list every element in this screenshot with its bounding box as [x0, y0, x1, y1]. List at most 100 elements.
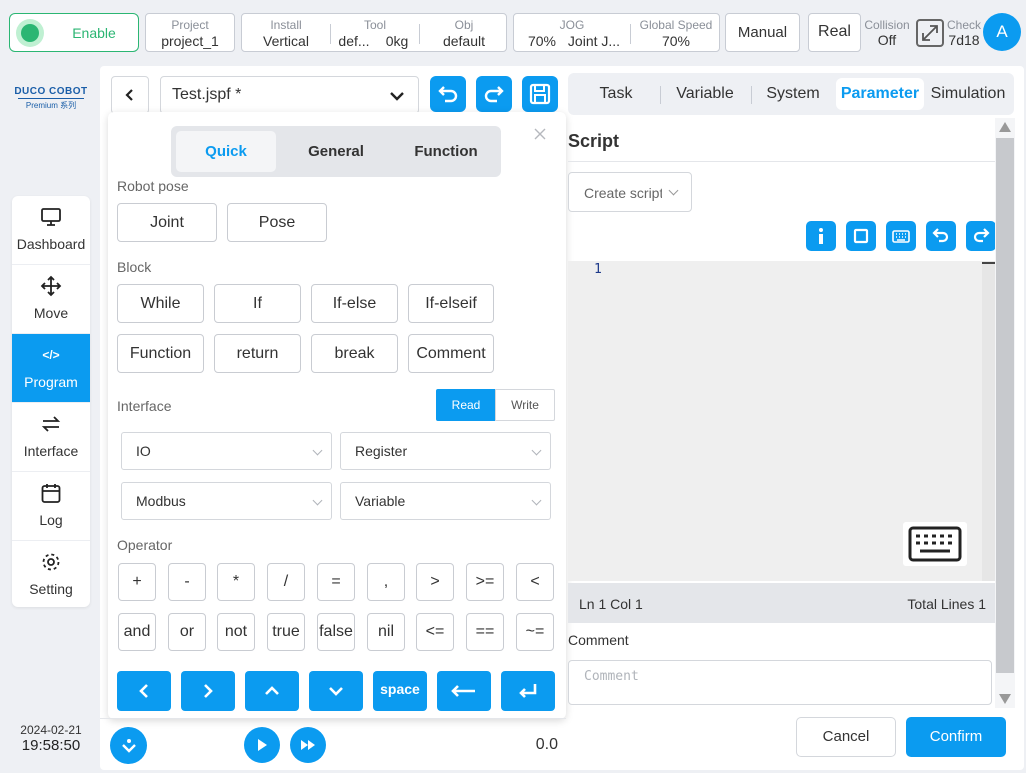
- cancel-button[interactable]: Cancel: [796, 717, 896, 757]
- install-value: Vertical: [263, 33, 309, 49]
- file-name: Test.jspf *: [172, 86, 242, 103]
- real-button[interactable]: Real: [808, 13, 861, 52]
- scroll-up-icon[interactable]: [999, 122, 1011, 132]
- monitor-icon: [39, 206, 63, 228]
- tab-system[interactable]: System: [758, 76, 828, 112]
- sidebar-item-log[interactable]: Log: [12, 472, 90, 541]
- while-button[interactable]: While: [117, 284, 204, 323]
- tab-simulation[interactable]: Simulation: [928, 76, 1008, 112]
- op-comma-button[interactable]: ,: [367, 563, 405, 601]
- op-not-button[interactable]: not: [217, 613, 255, 651]
- obj-value: default: [442, 33, 486, 49]
- register-select[interactable]: Register: [340, 432, 551, 470]
- keyboard-icon[interactable]: [886, 221, 916, 251]
- op-multiply-button[interactable]: *: [217, 563, 255, 601]
- enable-button[interactable]: Enable: [9, 13, 139, 52]
- square-icon[interactable]: [846, 221, 876, 251]
- panel-tab-quick[interactable]: Quick: [176, 131, 276, 172]
- variable-select[interactable]: Variable: [340, 482, 551, 520]
- panel-tab-function[interactable]: Function: [396, 131, 496, 172]
- virtual-keyboard-icon[interactable]: [903, 522, 967, 566]
- io-select[interactable]: IO: [121, 432, 332, 470]
- sidebar-item-program[interactable]: </> Program: [12, 334, 90, 403]
- chevron-down-icon: [531, 445, 542, 456]
- comment-input[interactable]: Comment: [568, 660, 992, 705]
- enable-label: Enable: [72, 25, 116, 41]
- code-icon: </>: [42, 348, 60, 362]
- op-gte-button[interactable]: >=: [466, 563, 504, 601]
- op-divide-button[interactable]: /: [267, 563, 305, 601]
- tab-variable[interactable]: Variable: [668, 76, 742, 112]
- swap-icon: [39, 413, 63, 435]
- collision-label: Collision: [864, 18, 910, 32]
- editor-scrollbar[interactable]: [982, 261, 995, 581]
- scroll-down-icon[interactable]: [999, 694, 1011, 704]
- save-button[interactable]: [522, 76, 558, 112]
- read-toggle[interactable]: Read: [436, 389, 496, 421]
- modbus-select[interactable]: Modbus: [121, 482, 332, 520]
- function-button[interactable]: Function: [117, 334, 204, 373]
- op-lte-button[interactable]: <=: [416, 613, 454, 651]
- op-or-button[interactable]: or: [168, 613, 206, 651]
- tab-task[interactable]: Task: [584, 76, 648, 112]
- collision-value[interactable]: Off: [862, 32, 912, 48]
- sidebar-item-setting[interactable]: Setting: [12, 541, 90, 610]
- config-box[interactable]: Install Vertical Tool def... 0kg Obj def…: [241, 13, 507, 52]
- interface-label: Interface: [117, 398, 172, 414]
- back-button[interactable]: [111, 76, 149, 114]
- redo-file-button[interactable]: [476, 76, 512, 112]
- info-icon[interactable]: [806, 221, 836, 251]
- tool-name: def...: [338, 33, 370, 49]
- op-gt-button[interactable]: >: [416, 563, 454, 601]
- fast-forward-button[interactable]: [290, 727, 326, 763]
- project-box[interactable]: Project project_1: [145, 13, 235, 52]
- write-toggle[interactable]: Write: [495, 389, 555, 421]
- check-label: Check: [946, 18, 981, 32]
- play-button[interactable]: [244, 727, 280, 763]
- op-and-button[interactable]: and: [118, 613, 156, 651]
- speed-value: 0.0: [535, 736, 558, 753]
- undo-file-button[interactable]: [430, 76, 466, 112]
- if-button[interactable]: If: [214, 284, 301, 323]
- cursor-left-button[interactable]: [117, 671, 171, 711]
- op-minus-button[interactable]: -: [168, 563, 206, 601]
- panel-tab-general[interactable]: General: [286, 131, 386, 172]
- op-eq-button[interactable]: ==: [466, 613, 504, 651]
- install-label: Install: [270, 18, 302, 32]
- op-assign-button[interactable]: =: [317, 563, 355, 601]
- sidebar-item-interface[interactable]: Interface: [12, 403, 90, 472]
- op-plus-button[interactable]: +: [118, 563, 156, 601]
- cursor-down-button[interactable]: [309, 671, 363, 711]
- avatar[interactable]: A: [983, 13, 1021, 51]
- space-key-button[interactable]: space: [373, 671, 427, 711]
- cursor-up-button[interactable]: [245, 671, 299, 711]
- backspace-key-button[interactable]: [437, 671, 491, 711]
- op-neq-button[interactable]: ~=: [516, 613, 554, 651]
- step-down-button[interactable]: [110, 727, 147, 764]
- redo-icon[interactable]: [966, 221, 996, 251]
- joint-button[interactable]: Joint: [117, 203, 217, 242]
- op-lt-button[interactable]: <: [516, 563, 554, 601]
- file-selector[interactable]: Test.jspf *: [160, 76, 419, 114]
- tab-parameter[interactable]: Parameter: [836, 78, 924, 110]
- create-script-select[interactable]: Create script: [568, 172, 692, 212]
- return-button[interactable]: return: [214, 334, 301, 373]
- op-false-button[interactable]: false: [317, 613, 355, 651]
- confirm-button[interactable]: Confirm: [906, 717, 1006, 757]
- close-icon[interactable]: [533, 127, 547, 141]
- sidebar-item-move[interactable]: Move: [12, 265, 90, 334]
- cursor-right-button[interactable]: [181, 671, 235, 711]
- undo-icon[interactable]: [926, 221, 956, 251]
- comment-button[interactable]: Comment: [408, 334, 494, 373]
- op-true-button[interactable]: true: [267, 613, 305, 651]
- manual-button[interactable]: Manual: [725, 13, 800, 52]
- break-button[interactable]: break: [311, 334, 398, 373]
- if-elseif-button[interactable]: If-elseif: [408, 284, 494, 323]
- enter-key-button[interactable]: [501, 671, 555, 711]
- sidebar-item-dashboard[interactable]: Dashboard: [12, 196, 90, 265]
- speed-box[interactable]: JOG 70% Joint J... Global Speed 70%: [513, 13, 720, 52]
- pose-button[interactable]: Pose: [227, 203, 327, 242]
- if-else-button[interactable]: If-else: [311, 284, 398, 323]
- expand-icon[interactable]: [916, 19, 944, 47]
- op-nil-button[interactable]: nil: [367, 613, 405, 651]
